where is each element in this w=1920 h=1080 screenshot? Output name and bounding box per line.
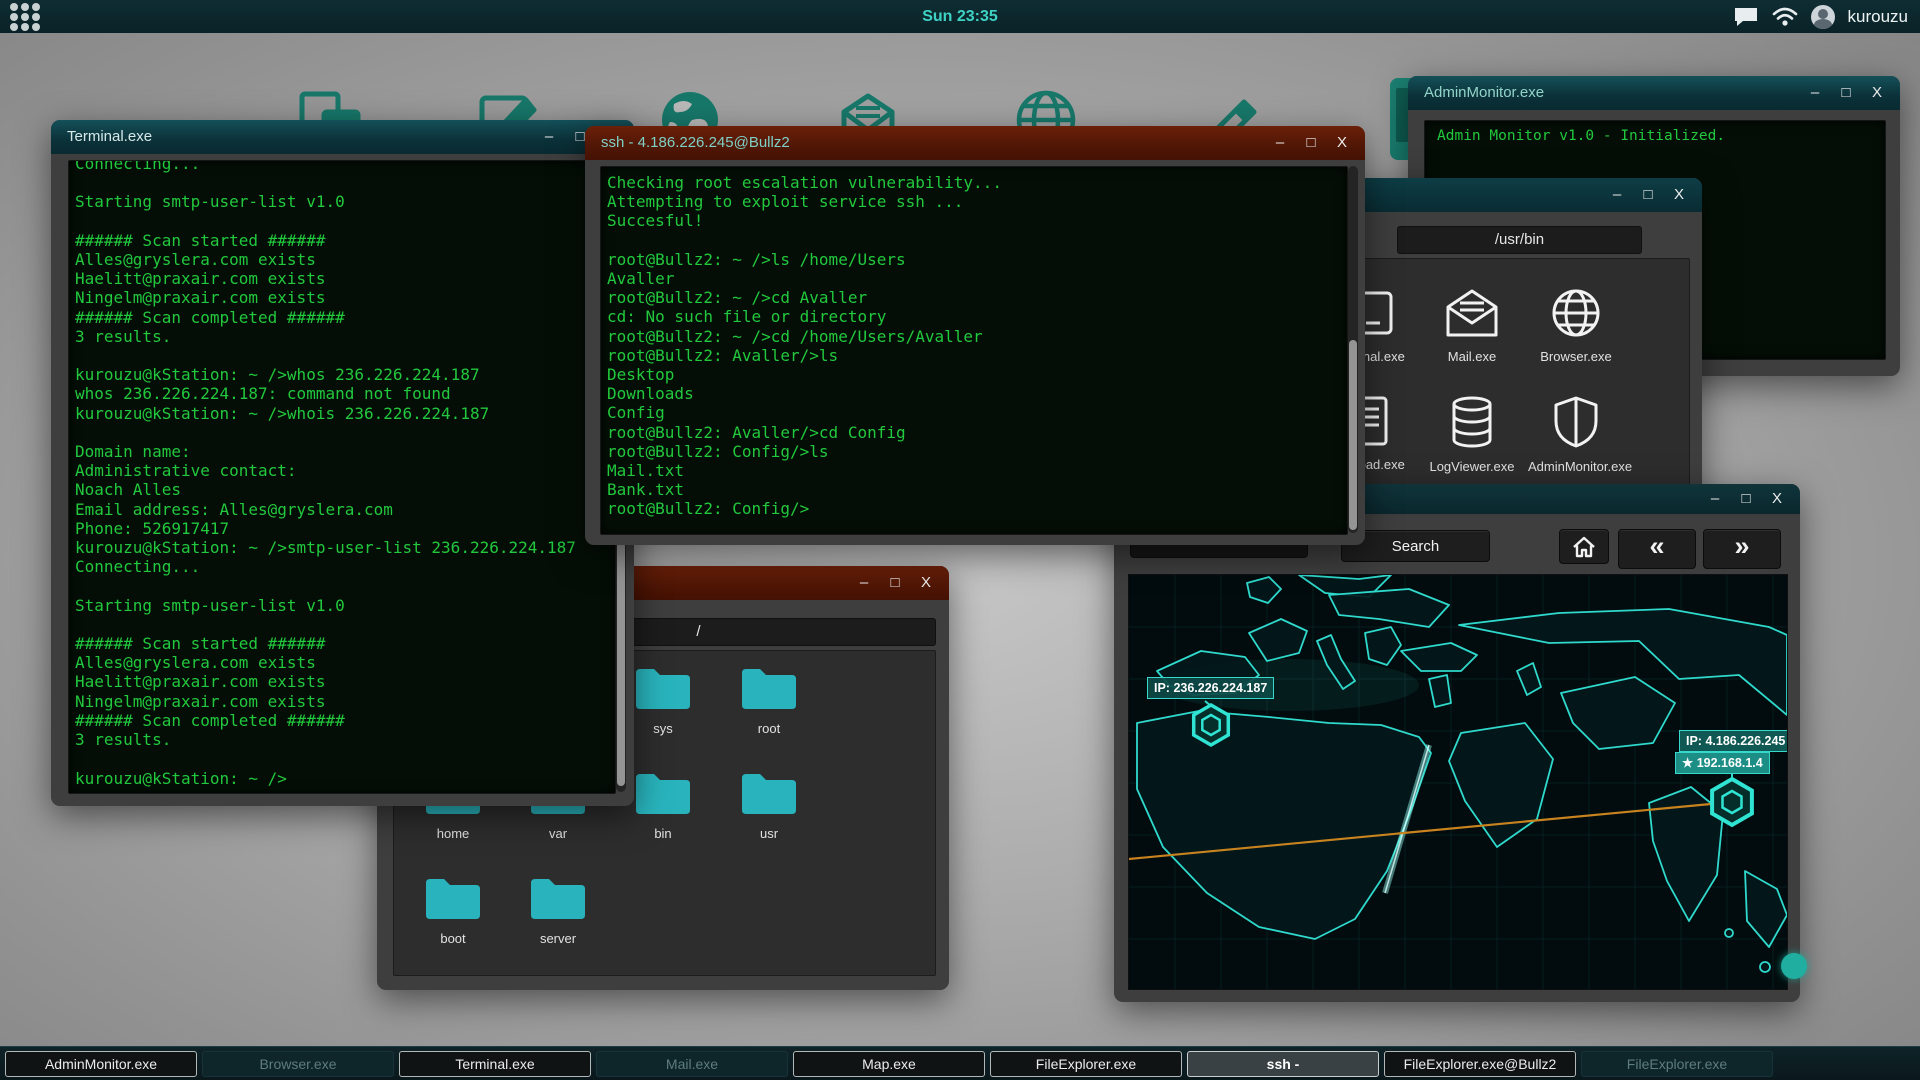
lan-ip-text: 192.168.1.4	[1697, 756, 1763, 770]
ssh-scrollbar[interactable]	[1348, 166, 1358, 533]
file-icon-adminmonitor[interactable]: AdminMonitor.exe	[1528, 395, 1624, 474]
map-canvas	[1129, 575, 1787, 989]
map-forward-button[interactable]: »	[1703, 529, 1781, 569]
map-home-button[interactable]	[1559, 529, 1609, 564]
map-lan-label[interactable]: ★ 192.168.1.4	[1675, 752, 1770, 774]
close-button[interactable]: X	[1870, 84, 1884, 102]
task-terminal[interactable]: Terminal.exe	[399, 1051, 591, 1077]
close-button[interactable]: X	[1335, 134, 1349, 152]
file-label: LogViewer.exe	[1424, 459, 1520, 474]
ssh-titlebar[interactable]: ssh - 4.186.226.245@Bullz2 – □ X	[585, 126, 1365, 160]
close-button[interactable]: X	[1672, 186, 1686, 204]
maximize-button[interactable]: □	[1739, 490, 1753, 508]
star-icon: ★	[1682, 756, 1693, 770]
minimize-button[interactable]: –	[1610, 186, 1624, 204]
terminal-titlebar[interactable]: Terminal.exe – □ X	[51, 120, 634, 154]
folder-boot[interactable]: boot	[405, 875, 501, 946]
window-terminal: Terminal.exe – □ X Connecting... Startin…	[51, 120, 634, 806]
window-title: Terminal.exe	[67, 128, 152, 145]
terminal-screen[interactable]: Connecting... Starting smtp-user-list v1…	[68, 160, 616, 794]
desktop: AdminMonitor.exe – □ X Admin Monitor v1.…	[0, 0, 1920, 1080]
minimize-button[interactable]: –	[542, 128, 556, 146]
minimize-button[interactable]: –	[1708, 490, 1722, 508]
ssh-text: Checking root escalation vulnerability..…	[607, 173, 1337, 528]
avatar[interactable]	[1811, 5, 1835, 29]
path-bar[interactable]: /usr/bin	[1397, 226, 1642, 254]
map-ip-label-right[interactable]: IP: 4.186.226.245	[1679, 730, 1788, 752]
map-status-dot[interactable]	[1781, 953, 1807, 979]
folder-usr[interactable]: usr	[721, 770, 817, 841]
folder-label: server	[510, 931, 606, 946]
node-hexagon-right	[1712, 779, 1752, 825]
minimize-button[interactable]: –	[1273, 134, 1287, 152]
file-label: Browser.exe	[1528, 349, 1624, 364]
chat-icon[interactable]	[1733, 6, 1759, 28]
node-hexagon-left	[1194, 705, 1229, 745]
taskbar: AdminMonitor.exe Browser.exe Terminal.ex…	[0, 1046, 1920, 1080]
file-icon-logviewer[interactable]: LogViewer.exe	[1424, 395, 1520, 474]
world-map[interactable]: IP: 236.226.224.187 IP: 4.186.226.245 ★ …	[1128, 574, 1788, 990]
folder-root[interactable]: root	[721, 665, 817, 736]
ssh-screen[interactable]: Checking root escalation vulnerability..…	[600, 166, 1348, 535]
folder-label: bin	[615, 826, 711, 841]
maximize-button[interactable]: □	[1304, 134, 1318, 152]
file-label: AdminMonitor.exe	[1528, 459, 1624, 474]
task-mail[interactable]: Mail.exe	[596, 1051, 788, 1077]
file-label: Mail.exe	[1424, 349, 1520, 364]
admin-monitor-titlebar[interactable]: AdminMonitor.exe – □ X	[1408, 76, 1900, 110]
folder-label: root	[721, 721, 817, 736]
window-map: Map.exe – □ X Search « »	[1114, 484, 1800, 1002]
task-browser[interactable]: Browser.exe	[202, 1051, 394, 1077]
minimize-button[interactable]: –	[1808, 84, 1822, 102]
folder-server[interactable]: server	[510, 875, 606, 946]
folder-label: var	[510, 826, 606, 841]
window-title: ssh - 4.186.226.245@Bullz2	[601, 134, 790, 151]
maximize-button[interactable]: □	[1641, 186, 1655, 204]
task-fileexplorer-2[interactable]: FileExplorer.exe	[1581, 1051, 1773, 1077]
close-button[interactable]: X	[1770, 490, 1784, 508]
file-icon-browser[interactable]: Browser.exe	[1528, 287, 1624, 364]
task-adminmonitor[interactable]: AdminMonitor.exe	[5, 1051, 197, 1077]
task-fileexplorer[interactable]: FileExplorer.exe	[990, 1051, 1182, 1077]
wifi-icon[interactable]	[1772, 7, 1798, 27]
folder-label: usr	[721, 826, 817, 841]
folder-label: home	[405, 826, 501, 841]
window-ssh: ssh - 4.186.226.245@Bullz2 – □ X Checkin…	[585, 126, 1365, 545]
clock: Sun 23:35	[0, 8, 1920, 26]
terminal-text: Connecting... Starting smtp-user-list v1…	[73, 160, 611, 794]
task-ssh[interactable]: ssh -	[1187, 1051, 1379, 1077]
username: kurouzu	[1848, 7, 1908, 27]
window-title: AdminMonitor.exe	[1424, 84, 1544, 101]
map-ip-label-left[interactable]: IP: 236.226.224.187	[1147, 677, 1274, 699]
maximize-button[interactable]: □	[888, 574, 902, 592]
close-button[interactable]: X	[919, 574, 933, 592]
minimize-button[interactable]: –	[857, 574, 871, 592]
task-fileexplorer-bullz2[interactable]: FileExplorer.exe@Bullz2	[1384, 1051, 1576, 1077]
top-menu-bar: Sun 23:35 kurouzu	[0, 0, 1920, 33]
maximize-button[interactable]: □	[1839, 84, 1853, 102]
folder-label: boot	[405, 931, 501, 946]
task-map[interactable]: Map.exe	[793, 1051, 985, 1077]
home-icon	[1572, 536, 1596, 558]
map-back-button[interactable]: «	[1618, 529, 1696, 569]
file-icon-mail[interactable]: Mail.exe	[1424, 287, 1520, 364]
